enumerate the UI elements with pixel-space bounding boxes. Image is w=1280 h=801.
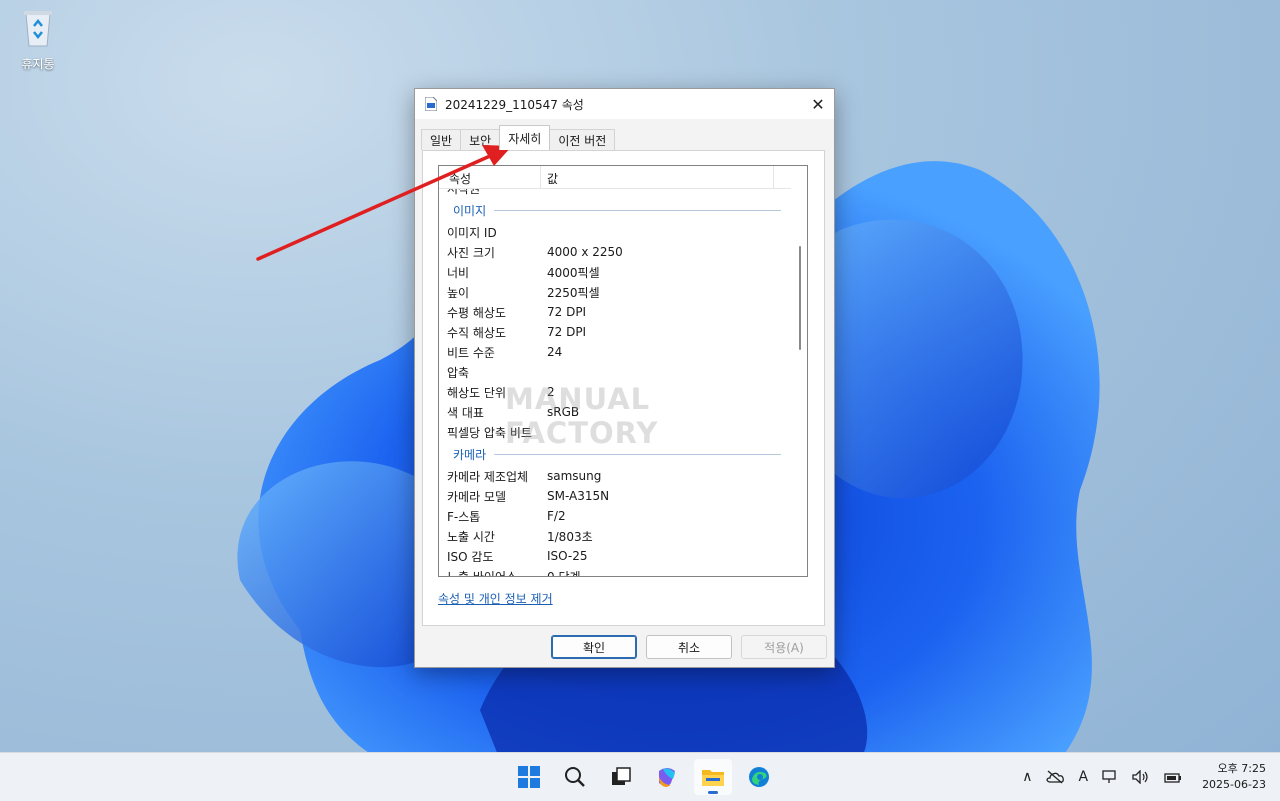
apply-button[interactable]: 적용(A) (741, 635, 827, 659)
network-icon[interactable] (1102, 770, 1118, 784)
system-tray: ∧ A 오후 7:25 2025-06-23 (1022, 753, 1266, 801)
tab-strip: 일반 보안 자세히 이전 버전 (421, 125, 616, 151)
dialog-title: 20241229_110547 속성 (445, 97, 584, 112)
onedrive-offline-icon[interactable] (1046, 770, 1065, 784)
clock-date: 2025-06-23 (1202, 778, 1266, 791)
list-item[interactable]: ISO 감도 ISO-25 (439, 546, 791, 566)
volume-icon[interactable] (1132, 770, 1150, 784)
start-button[interactable] (510, 759, 548, 795)
dialog-titlebar[interactable]: 20241229_110547 속성 ✕ (415, 89, 834, 119)
file-explorer-icon (702, 770, 724, 786)
ok-button[interactable]: 확인 (551, 635, 637, 659)
recycle-bin-icon (24, 11, 52, 47)
column-header-value[interactable]: 값 (547, 170, 558, 187)
list-item[interactable]: 노출 바이어스 0 단계 (439, 566, 791, 577)
edge-button[interactable] (740, 759, 778, 795)
clock-time: 오후 7:25 (1217, 762, 1266, 775)
chevron-up-icon[interactable]: ∧ (1022, 769, 1032, 785)
tab-general[interactable]: 일반 (421, 129, 462, 150)
list-item[interactable]: 비트 수준 24 (439, 342, 791, 362)
edge-icon (749, 767, 769, 787)
tab-security[interactable]: 보안 (460, 129, 501, 150)
column-header-property[interactable]: 속성 (449, 170, 471, 187)
remove-properties-link[interactable]: 속성 및 개인 정보 제거 (438, 590, 553, 607)
start-icon (518, 766, 540, 788)
list-item[interactable]: 이미지 ID (439, 222, 791, 242)
tab-details[interactable]: 자세히 (499, 125, 551, 150)
copilot-button[interactable] (648, 759, 686, 795)
search-icon (565, 767, 585, 787)
list-item[interactable]: 노출 시간 1/803초 (439, 526, 791, 546)
task-view-button[interactable] (602, 759, 640, 795)
recycle-bin[interactable]: 휴지통 (10, 8, 66, 72)
list-item[interactable]: 카메라 모델 SM-A315N (439, 486, 791, 506)
property-rows: 저작권 이미지 이미지 ID 사진 크기4000 x 2250 너비4000픽셀… (439, 178, 791, 577)
taskbar-apps (510, 759, 778, 795)
list-item[interactable]: 높이 2250픽셀 (439, 282, 791, 302)
ime-indicator[interactable]: A (1078, 769, 1088, 785)
close-icon: ✕ (811, 94, 825, 114)
list-item[interactable]: 사진 크기 4000 x 2250 (439, 242, 791, 262)
list-item[interactable]: F-스톱 F/2 (439, 506, 791, 526)
list-item[interactable]: 압축 (439, 362, 791, 382)
group-header-camera: 카메라 (439, 442, 791, 466)
search-button[interactable] (556, 759, 594, 795)
battery-icon[interactable] (1164, 770, 1182, 784)
task-view-icon (612, 767, 631, 785)
property-list[interactable]: 저작권 이미지 이미지 ID 사진 크기4000 x 2250 너비4000픽셀… (438, 165, 808, 577)
group-header-image: 이미지 (439, 198, 791, 222)
scrollbar-thumb[interactable] (799, 246, 801, 350)
tab-previous-versions[interactable]: 이전 버전 (549, 129, 616, 150)
clock[interactable]: 오후 7:25 2025-06-23 (1202, 761, 1266, 793)
details-panel: 저작권 이미지 이미지 ID 사진 크기4000 x 2250 너비4000픽셀… (422, 150, 825, 626)
recycle-bin-label: 휴지통 (21, 57, 55, 71)
cancel-button[interactable]: 취소 (646, 635, 732, 659)
list-item[interactable]: 해상도 단위 2 (439, 382, 791, 402)
list-item[interactable]: 픽셀당 압축 비트 (439, 422, 791, 442)
taskbar: ∧ A 오후 7:25 2025-06-23 (0, 752, 1280, 801)
copilot-icon (659, 768, 675, 787)
list-item[interactable]: 카메라 제조업체 samsung (439, 466, 791, 486)
close-button[interactable]: ✕ (802, 89, 834, 119)
dialog-buttons: 확인 취소 적용(A) (551, 635, 827, 659)
list-item[interactable]: 수직 해상도 72 DPI (439, 322, 791, 342)
list-item[interactable]: 색 대표 sRGB (439, 402, 791, 422)
properties-dialog: 20241229_110547 속성 ✕ 일반 보안 자세히 이전 버전 저작권… (414, 88, 835, 668)
file-explorer-button[interactable] (694, 759, 732, 795)
image-file-icon (425, 97, 437, 111)
list-scrollbar[interactable] (793, 166, 807, 576)
column-header: 속성 값 (439, 166, 791, 189)
list-item[interactable]: 수평 해상도 72 DPI (439, 302, 791, 322)
list-item[interactable]: 너비 4000픽셀 (439, 262, 791, 282)
